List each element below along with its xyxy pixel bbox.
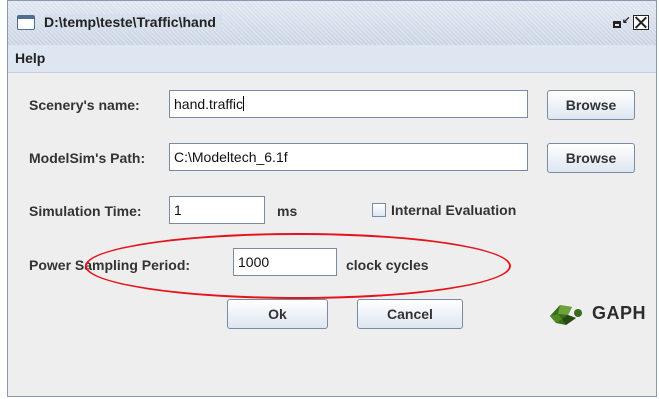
menu-bar: Help [8, 45, 656, 73]
simulation-time-value: 1 [174, 202, 182, 218]
text-caret [243, 96, 245, 111]
close-button[interactable] [633, 15, 649, 30]
internal-evaluation-checkbox[interactable] [372, 203, 386, 217]
modelsim-path-value: C:\Modeltech_6.1f [174, 149, 288, 165]
gaph-logo-icon [550, 305, 582, 325]
simulation-time-unit: ms [277, 203, 298, 219]
modelsim-path-label: ModelSim's Path: [29, 150, 146, 166]
gaph-logo-text: GAPH [592, 303, 647, 323]
window-icon [17, 15, 35, 30]
scenery-name-label: Scenery's name: [29, 97, 140, 113]
restore-button[interactable]: ↙ [612, 15, 630, 30]
simulation-time-label: Simulation Time: [29, 203, 142, 219]
menu-help[interactable]: Help [15, 50, 45, 66]
app-window: D:\temp\teste\Traffic\hand ↙ Help Scener… [7, 0, 657, 397]
title-bar[interactable]: D:\temp\teste\Traffic\hand ↙ [8, 1, 656, 46]
simulation-time-input[interactable]: 1 [169, 196, 265, 224]
browse-scenery-button[interactable]: Browse [547, 90, 635, 120]
modelsim-path-input[interactable]: C:\Modeltech_6.1f [169, 143, 528, 171]
internal-evaluation-label: Internal Evaluation [391, 202, 517, 218]
browse-modelsim-button[interactable]: Browse [547, 143, 635, 173]
scenery-name-value: hand.traffic [174, 96, 244, 112]
scenery-name-input[interactable]: hand.traffic [169, 90, 528, 118]
ok-button[interactable]: Ok [227, 299, 328, 329]
window-title: D:\temp\teste\Traffic\hand [44, 14, 222, 30]
highlight-ellipse [85, 233, 511, 299]
cancel-button[interactable]: Cancel [357, 299, 463, 329]
